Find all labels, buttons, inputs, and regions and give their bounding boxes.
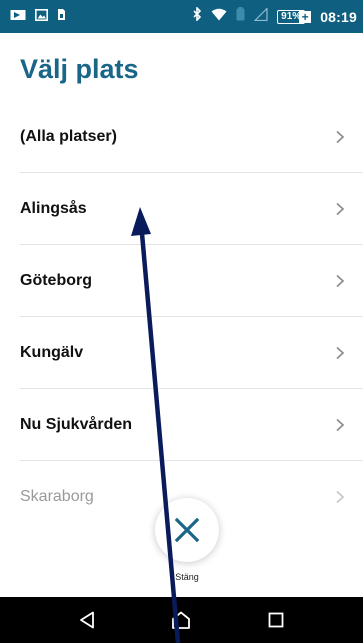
close-icon [174, 517, 200, 543]
chevron-right-icon [336, 346, 345, 359]
battery-indicator: 91% + [277, 9, 312, 24]
back-triangle-icon [80, 611, 95, 629]
location-item-all[interactable]: (Alla platser) [20, 101, 363, 173]
location-label: Alingsås [20, 199, 87, 217]
location-label: Skaraborg [20, 488, 94, 505]
location-item-alingsas[interactable]: Alingsås [20, 173, 363, 245]
close-label: Stäng [175, 572, 199, 582]
status-bar: 91% + 08:19 [0, 0, 363, 33]
location-item-kungalv[interactable]: Kungälv [20, 317, 363, 389]
recents-square-icon [268, 612, 284, 628]
chevron-right-icon [336, 490, 345, 504]
chevron-right-icon [336, 274, 345, 287]
location-label: Göteborg [20, 271, 92, 289]
recents-button[interactable] [256, 600, 296, 640]
sim-card-icon [57, 8, 66, 26]
status-right: 91% + 08:19 [193, 6, 357, 26]
status-left [10, 8, 66, 26]
chevron-right-icon [336, 202, 345, 215]
battery-charging-icon: + [299, 10, 312, 23]
signal-icon [253, 6, 268, 26]
navigation-bar [0, 597, 363, 643]
close-button[interactable] [155, 498, 219, 562]
wifi-icon [211, 8, 227, 26]
clock: 08:19 [320, 8, 357, 25]
back-button[interactable] [67, 600, 107, 640]
location-item-nu-sjukvarden[interactable]: Nu Sjukvården [20, 389, 363, 461]
location-item-goteborg[interactable]: Göteborg [20, 245, 363, 317]
cast-icon [10, 8, 26, 26]
chevron-right-icon [336, 418, 345, 431]
page-title: Välj plats [20, 54, 139, 84]
battery-saver-icon [236, 7, 245, 26]
image-icon [35, 8, 48, 26]
location-list: (Alla platser) Alingsås Göteborg Kungälv… [0, 101, 363, 533]
location-label: Nu Sjukvården [20, 415, 133, 433]
home-button[interactable] [161, 600, 201, 640]
home-icon [172, 611, 191, 629]
location-label: Kungälv [20, 343, 84, 361]
bluetooth-icon [193, 6, 202, 26]
location-label: (Alla platser) [20, 127, 117, 145]
chevron-right-icon [336, 130, 345, 143]
